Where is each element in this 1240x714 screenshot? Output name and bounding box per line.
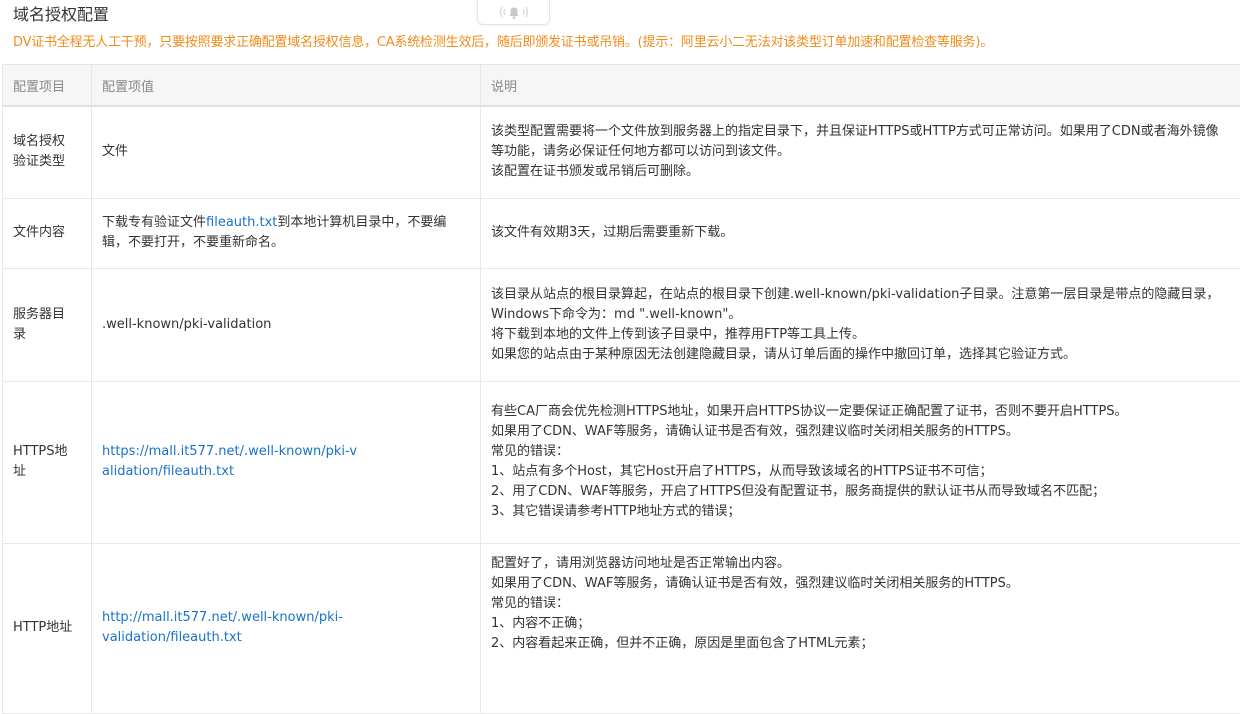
description-line: 配置好了，请用浏览器访问地址是否正常输出内容。: [491, 554, 1230, 574]
header-value: 配置项值: [92, 65, 481, 107]
notice-text: DV证书全程无人工干预，只要按照要求正确配置域名授权信息，CA系统检测生效后，随…: [13, 33, 993, 53]
row-description: 该目录从站点的根目录算起，在站点的根目录下创建.well-known/pki-v…: [481, 268, 1240, 381]
description-line: 将下载到本地的文件上传到该子目录中，推荐用FTP等工具上传。: [491, 325, 1230, 345]
description-line: 如果用了CDN、WAF等服务，请确认证书是否有效，强烈建议临时关闭相关服务的HT…: [491, 422, 1230, 442]
row-description: 该文件有效期3天，过期后需要重新下载。: [481, 198, 1240, 268]
table-row: 域名授权验证类型 文件 该类型配置需要将一个文件放到服务器上的指定目录下，并且保…: [3, 106, 1240, 198]
row-description: 配置好了，请用浏览器访问地址是否正常输出内容。 如果用了CDN、WAF等服务，请…: [481, 543, 1240, 713]
description-line: 2、内容看起来正确，但并不正确，原因是里面包含了HTML元素；: [491, 634, 1230, 654]
row-description: 有些CA厂商会优先检测HTTPS地址，如果开启HTTPS协议一定要保证正确配置了…: [481, 381, 1240, 543]
row-item-label: 域名授权验证类型: [3, 106, 92, 198]
http-address-link[interactable]: http://mall.it577.net/.well-known/pki-va…: [102, 610, 343, 645]
table-row: 服务器目录 .well-known/pki-validation 该目录从站点的…: [3, 268, 1240, 381]
description-line: 该配置在证书颁发或吊销后可删除。: [491, 162, 1230, 182]
table-row: HTTP地址 http://mall.it577.net/.well-known…: [3, 543, 1240, 713]
row-item-label: 服务器目录: [3, 268, 92, 381]
page-title: 域名授权配置: [13, 4, 109, 26]
description-line: 如果用了CDN、WAF等服务，请确认证书是否有效，强烈建议临时关闭相关服务的HT…: [491, 574, 1230, 594]
header-description: 说明: [481, 65, 1240, 107]
description-line: 如果您的站点由于某种原因无法创建隐藏目录，请从订单后面的操作中撤回订单，选择其它…: [491, 345, 1230, 365]
https-address-link[interactable]: https://mall.it577.net/.well-known/pki-v…: [102, 442, 362, 482]
item-text: HTTPS地址: [13, 442, 77, 482]
notification-widget[interactable]: [477, 0, 550, 25]
description-line: 该类型配置需要将一个文件放到服务器上的指定目录下，并且保证HTTPS或HTTP方…: [491, 122, 1230, 162]
description-line: 1、内容不正确；: [491, 614, 1230, 634]
description-line: 1、站点有多个Host，其它Host开启了HTTPS，从而导致该域名的HTTPS…: [491, 462, 1230, 482]
row-value: .well-known/pki-validation: [92, 268, 481, 381]
description-line: 常见的错误：: [491, 442, 1230, 462]
table-row: 文件内容 下载专有验证文件fileauth.txt到本地计算机目录中，不要编辑，…: [3, 198, 1240, 268]
table-header-row: 配置项目 配置项值 说明: [3, 65, 1240, 107]
table-row: HTTPS地址 https://mall.it577.net/.well-kno…: [3, 381, 1240, 543]
row-item-label: HTTPS地址: [3, 381, 92, 543]
item-text: 域名授权验证类型: [13, 132, 73, 172]
row-value: 下载专有验证文件fileauth.txt到本地计算机目录中，不要编辑，不要打开，…: [92, 198, 481, 268]
row-item-label: HTTP地址: [3, 543, 92, 713]
description-line: 2、用了CDN、WAF等服务，开启了HTTPS但没有配置证书，服务商提供的默认证…: [491, 482, 1230, 502]
row-value: http://mall.it577.net/.well-known/pki-va…: [92, 543, 481, 713]
bell-icon: [494, 3, 534, 21]
row-description: 该类型配置需要将一个文件放到服务器上的指定目录下，并且保证HTTPS或HTTP方…: [481, 106, 1240, 198]
fileauth-download-link[interactable]: fileauth.txt: [206, 215, 277, 230]
description-line: 3、其它错误请参考HTTP地址方式的错误；: [491, 502, 1230, 522]
value-prefix: 下载专有验证文件: [102, 215, 206, 230]
row-item-label: 文件内容: [3, 198, 92, 268]
description-line: 常见的错误：: [491, 594, 1230, 614]
header-item: 配置项目: [3, 65, 92, 107]
config-table: 配置项目 配置项值 说明 域名授权验证类型 文件 该类型配置需要将一个文件放到服…: [2, 64, 1240, 714]
description-line: 该文件有效期3天，过期后需要重新下载。: [491, 223, 1230, 243]
description-line: 该目录从站点的根目录算起，在站点的根目录下创建.well-known/pki-v…: [491, 285, 1230, 325]
row-value: https://mall.it577.net/.well-known/pki-v…: [92, 381, 481, 543]
description-line: 有些CA厂商会优先检测HTTPS地址，如果开启HTTPS协议一定要保证正确配置了…: [491, 402, 1230, 422]
row-value: 文件: [92, 106, 481, 198]
item-text: 服务器目录: [13, 305, 73, 345]
